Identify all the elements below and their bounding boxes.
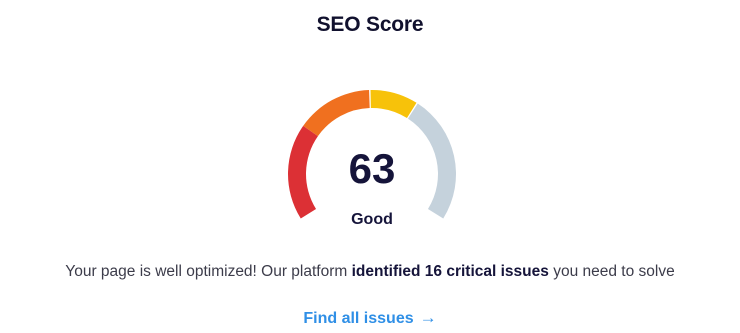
find-all-issues-label: Find all issues	[303, 310, 414, 327]
summary-message: Your page is well optimized! Our platfor…	[0, 263, 740, 281]
find-all-issues-link[interactable]: Find all issues →	[0, 308, 740, 328]
seo-score-gauge: 63 Good	[280, 82, 464, 242]
message-highlight: identified 16 critical issues	[351, 263, 549, 280]
gauge-segment-good	[370, 89, 417, 119]
widget-title: SEO Score	[316, 13, 424, 36]
arrow-right-icon: →	[419, 308, 437, 327]
score-rating: Good	[351, 211, 393, 228]
message-suffix: you need to solve	[548, 263, 675, 280]
message-prefix: Your page is well optimized! Our platfor…	[65, 263, 352, 280]
gauge-segment-fair	[303, 90, 370, 137]
score-value: 63	[348, 145, 396, 192]
